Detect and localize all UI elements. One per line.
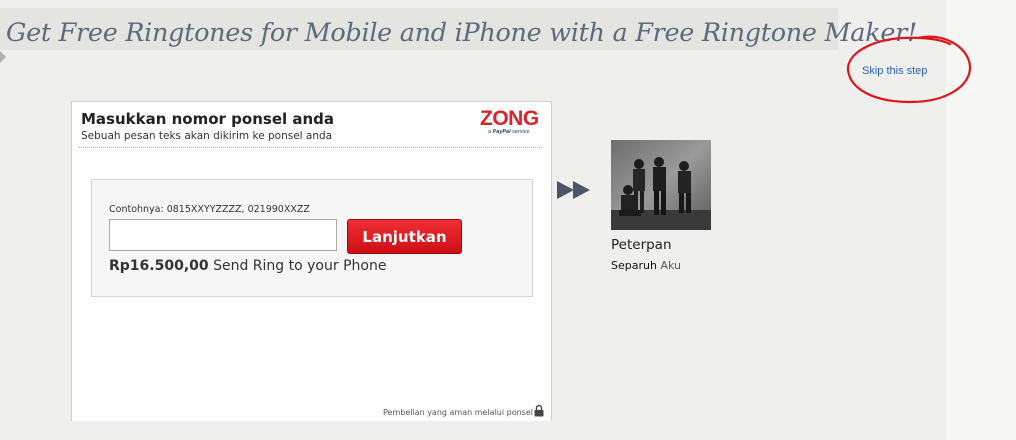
zong-logo-tagline-suffix: service (512, 129, 530, 135)
artist-name: Peterpan (611, 237, 672, 253)
header-divider (79, 147, 542, 148)
phone-form: Contohnya: 0815XXYYZZZZ, 021990XXZZ Lanj… (91, 179, 533, 297)
secure-purchase-note: Pembelian yang aman melalui ponsel (382, 408, 533, 417)
album-art-image (611, 140, 711, 230)
zong-logo: ZONG a PayPal service (480, 108, 542, 138)
price-value: Rp16.500,00 (109, 258, 209, 274)
song-title-rest: Aku (656, 259, 681, 272)
panel-title: Masukkan nomor ponsel anda (81, 110, 335, 128)
payment-panel: Masukkan nomor ponsel anda Sebuah pesan … (71, 101, 552, 421)
zong-logo-tagline-brand: PayPal (492, 129, 511, 135)
price-description: Send Ring to your Phone (208, 258, 387, 274)
skip-step-link[interactable]: Skip this step (862, 65, 927, 77)
lock-icon (534, 404, 544, 417)
phone-example-label: Contohnya: 0815XXYYZZZZ, 021990XXZZ (109, 204, 310, 215)
zong-logo-word: ZONG (480, 107, 539, 130)
phone-number-input[interactable] (109, 219, 337, 251)
song-title-first: Separuh (611, 259, 657, 272)
zong-logo-tagline-prefix: a (488, 129, 492, 135)
page-title: Get Free Ringtones for Mobile and iPhone… (6, 18, 917, 48)
band-photo (611, 140, 711, 230)
continue-button[interactable]: Lanjutkan (347, 219, 462, 254)
header-banner: Get Free Ringtones for Mobile and iPhone… (0, 8, 917, 50)
zong-logo-tagline: a PayPal service (488, 129, 530, 135)
corner-marker-icon (0, 51, 6, 63)
song-title-line: Separuh Aku (611, 259, 681, 272)
panel-subtitle: Sebuah pesan teks akan dikirim ke ponsel… (81, 130, 333, 142)
price-line: Rp16.500,00 Send Ring to your Phone (109, 258, 386, 274)
double-right-arrow-icon (557, 181, 590, 199)
